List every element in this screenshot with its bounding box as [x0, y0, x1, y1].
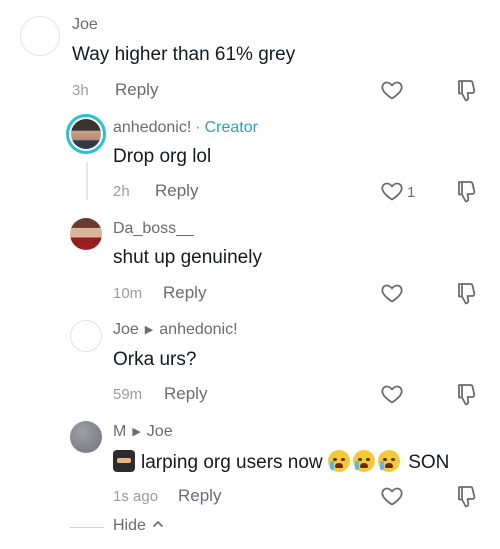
- caret-right-icon: ▶: [132, 426, 141, 438]
- loudly-crying-emoji: [377, 450, 400, 472]
- comment-author-line: Joe ▶ anhedonic!: [113, 321, 238, 339]
- comment-time: 10m: [113, 285, 143, 302]
- comment-text: Drop org lol: [113, 146, 212, 167]
- comment-author[interactable]: Da_boss__: [113, 220, 194, 238]
- comment-author[interactable]: Joe: [72, 16, 98, 34]
- reply-button[interactable]: Reply: [115, 80, 158, 100]
- thread-line: [86, 162, 88, 200]
- comment-time: 1s ago: [113, 488, 159, 505]
- hide-label: Hide: [113, 517, 146, 534]
- reply-button[interactable]: Reply: [178, 486, 221, 506]
- avatar-anhedonic[interactable]: [66, 114, 106, 154]
- comment-text: Orka urs?: [113, 349, 197, 370]
- hide-divider: [70, 527, 104, 528]
- ninja-emoji: [113, 450, 135, 472]
- dislike-icon[interactable]: [455, 382, 479, 408]
- comment-text: larping org users now SON: [113, 450, 449, 474]
- avatar-m[interactable]: [70, 421, 102, 453]
- heart-icon[interactable]: [380, 484, 404, 508]
- comment-text-main: larping org users now: [141, 452, 323, 473]
- comment-text: Way higher than 61% grey: [72, 44, 296, 65]
- comment-time: 3h: [72, 82, 89, 99]
- loudly-crying-emoji: [352, 450, 375, 472]
- chevron-up-icon: [153, 521, 164, 527]
- comment-author-line: M ▶ Joe: [113, 423, 173, 441]
- reply-to-user[interactable]: Joe: [147, 423, 173, 440]
- loudly-crying-emoji: [327, 450, 350, 472]
- separator-dot: ·: [195, 119, 201, 136]
- comment-text: shut up genuinely: [113, 247, 262, 268]
- reply-button[interactable]: Reply: [164, 384, 207, 404]
- dislike-icon[interactable]: [455, 484, 479, 510]
- heart-icon[interactable]: [380, 78, 404, 102]
- reply-to-user[interactable]: anhedonic!: [159, 321, 237, 338]
- comment-author[interactable]: anhedonic!: [113, 119, 191, 136]
- comment-author-line: anhedonic! · Creator: [113, 119, 258, 137]
- caret-right-icon: ▶: [144, 324, 154, 336]
- comment-time: 2h: [113, 183, 130, 200]
- dislike-icon[interactable]: [455, 179, 479, 205]
- avatar-joe[interactable]: [70, 320, 102, 352]
- heart-icon[interactable]: [380, 179, 404, 203]
- dislike-icon[interactable]: [455, 78, 479, 104]
- comment-text-end: SON: [408, 452, 450, 473]
- avatar-joe[interactable]: [20, 16, 60, 56]
- like-count: 1: [407, 184, 416, 201]
- dislike-icon[interactable]: [455, 281, 479, 307]
- reply-button[interactable]: Reply: [155, 181, 198, 201]
- comment-time: 59m: [113, 386, 143, 403]
- reply-button[interactable]: Reply: [163, 283, 206, 303]
- comment-author[interactable]: Joe: [113, 321, 139, 338]
- avatar-da-boss[interactable]: [70, 218, 102, 250]
- comment-author[interactable]: M: [113, 423, 126, 440]
- heart-icon[interactable]: [380, 281, 404, 305]
- heart-icon[interactable]: [380, 382, 404, 406]
- creator-badge: Creator: [204, 119, 258, 136]
- hide-replies-button[interactable]: Hide: [113, 517, 164, 535]
